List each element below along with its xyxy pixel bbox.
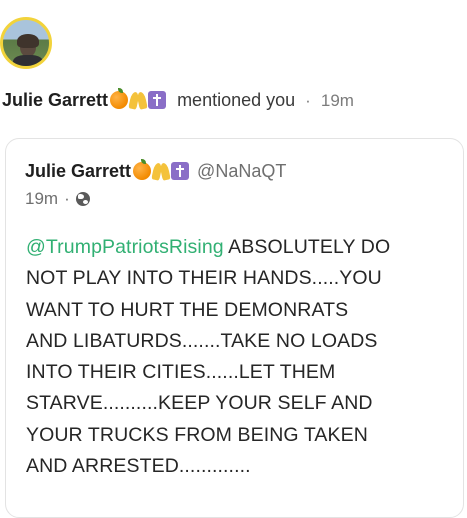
quoted-author-emoji-group bbox=[133, 159, 190, 180]
author-emoji-group bbox=[110, 88, 167, 109]
body-line: WANT TO HURT THE DEMONRATS bbox=[26, 298, 349, 321]
orange-emoji-icon bbox=[133, 159, 152, 180]
notification-author-name[interactable]: Julie Garrett bbox=[2, 90, 108, 110]
quoted-post-body: @TrumpPatriotsRising ABSOLUTELY DO NOT P… bbox=[26, 232, 451, 482]
praying-hands-emoji-icon bbox=[152, 162, 170, 180]
body-line: NOT PLAY INTO THEIR HANDS.....YOU bbox=[26, 267, 382, 290]
avatar-body bbox=[13, 55, 43, 66]
quoted-post-handle[interactable]: @NaNaQT bbox=[197, 161, 286, 181]
body-line: YOUR TRUCKS FROM BEING TAKEN bbox=[26, 423, 368, 446]
quoted-post-header: Julie Garrett @NaNaQT bbox=[25, 159, 286, 183]
latin-cross-emoji-icon bbox=[148, 91, 167, 109]
avatar[interactable] bbox=[0, 17, 52, 69]
quoted-post-separator: · bbox=[64, 189, 70, 208]
quoted-post-time: 19m bbox=[25, 189, 59, 208]
quoted-post-author-name[interactable]: Julie Garrett bbox=[25, 161, 131, 181]
mention-link[interactable]: @TrumpPatriotsRising bbox=[26, 236, 224, 258]
notification-summary[interactable]: Julie Garrett mentioned you · 19m bbox=[2, 88, 354, 113]
body-line: AND LIBATURDS.......TAKE NO LOADS bbox=[26, 329, 378, 352]
body-line: ABSOLUTELY DO bbox=[228, 236, 391, 258]
notification-time: 19m bbox=[320, 91, 354, 110]
quoted-post-meta: 19m · bbox=[25, 188, 90, 210]
notification-action: mentioned you bbox=[177, 90, 296, 110]
latin-cross-emoji-icon bbox=[171, 162, 190, 180]
praying-hands-emoji-icon bbox=[129, 91, 147, 109]
avatar-hair bbox=[17, 34, 39, 48]
body-line: STARVE..........KEEP YOUR SELF AND bbox=[26, 392, 373, 415]
globe-icon bbox=[75, 192, 90, 206]
quoted-post-card[interactable]: Julie Garrett @NaNaQT 19m · @TrumpPatriot… bbox=[5, 138, 464, 518]
body-line: AND ARRESTED............. bbox=[26, 455, 251, 478]
body-line: INTO THEIR CITIES......LET THEM bbox=[26, 361, 336, 384]
orange-emoji-icon bbox=[110, 88, 129, 109]
notification-separator: · bbox=[305, 91, 311, 110]
